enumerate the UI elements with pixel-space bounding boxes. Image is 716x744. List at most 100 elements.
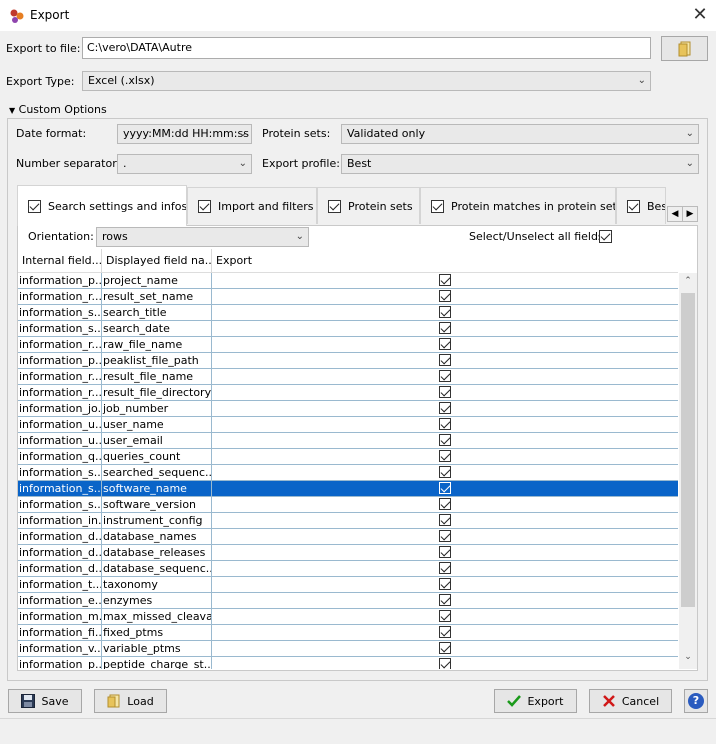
table-row[interactable]: information_d... database_names	[18, 529, 678, 545]
table-row[interactable]: information_r... result_set_name	[18, 289, 678, 305]
displayed-field-cell[interactable]: database_sequenc...	[102, 561, 212, 576]
export-checkbox[interactable]	[439, 386, 451, 398]
export-profile-select[interactable]: Best ⌄	[341, 154, 699, 174]
table-row[interactable]: information_r... raw_file_name	[18, 337, 678, 353]
displayed-field-cell[interactable]: result_set_name	[102, 289, 212, 304]
export-type-select[interactable]: Excel (.xlsx) ⌄	[82, 71, 651, 91]
table-row[interactable]: information_r... result_file_name	[18, 369, 678, 385]
displayed-field-cell[interactable]: peptide_charge_st...	[102, 657, 212, 669]
displayed-field-cell[interactable]: search_date	[102, 321, 212, 336]
table-row[interactable]: information_p... peptide_charge_st...	[18, 657, 678, 669]
displayed-field-cell[interactable]: user_name	[102, 417, 212, 432]
close-icon[interactable]: ✕	[690, 5, 710, 25]
protein-sets-select[interactable]: Validated only ⌄	[341, 124, 699, 144]
save-button[interactable]: Save	[8, 689, 82, 713]
export-checkbox[interactable]	[439, 530, 451, 542]
help-button[interactable]: ?	[684, 689, 708, 713]
displayed-field-cell[interactable]: fixed_ptms	[102, 625, 212, 640]
displayed-field-cell[interactable]: raw_file_name	[102, 337, 212, 352]
tab-checkbox[interactable]	[198, 199, 211, 213]
load-button[interactable]: Load	[94, 689, 167, 713]
export-checkbox[interactable]	[439, 642, 451, 654]
table-row[interactable]: information_d... database_releases	[18, 545, 678, 561]
custom-options-toggle[interactable]: ▼ Custom Options	[9, 103, 107, 116]
table-row[interactable]: information_t... taxonomy	[18, 577, 678, 593]
scrollbar-thumb[interactable]	[681, 293, 695, 607]
tab-checkbox[interactable]	[431, 199, 444, 213]
tab-best[interactable]: Bes	[616, 187, 666, 224]
export-checkbox[interactable]	[439, 514, 451, 526]
displayed-field-cell[interactable]: result_file_directory	[102, 385, 212, 400]
table-row[interactable]: information_q... queries_count	[18, 449, 678, 465]
table-row[interactable]: information_s... search_title	[18, 305, 678, 321]
table-row[interactable]: information_s... search_date	[18, 321, 678, 337]
displayed-field-cell[interactable]: result_file_name	[102, 369, 212, 384]
scroll-down-icon[interactable]: ⌄	[681, 652, 695, 666]
table-row[interactable]: information_s... software_name	[18, 481, 678, 497]
displayed-field-cell[interactable]: software_name	[102, 481, 212, 496]
displayed-field-cell[interactable]: search_title	[102, 305, 212, 320]
tab-checkbox[interactable]	[28, 199, 41, 213]
tab-checkbox[interactable]	[328, 199, 341, 213]
table-row[interactable]: information_p... project_name	[18, 273, 678, 289]
browse-button[interactable]	[661, 36, 708, 61]
table-row[interactable]: information_r... result_file_directory	[18, 385, 678, 401]
export-button[interactable]: Export	[494, 689, 577, 713]
tab-protein-matches[interactable]: Protein matches in protein sets	[420, 187, 616, 224]
export-checkbox[interactable]	[439, 354, 451, 366]
displayed-field-cell[interactable]: queries_count	[102, 449, 212, 464]
number-separator-select[interactable]: . ⌄	[117, 154, 252, 174]
export-file-input[interactable]: C:\vero\DATA\Autre	[82, 37, 651, 59]
table-row[interactable]: information_p... peaklist_file_path	[18, 353, 678, 369]
column-header-internal[interactable]: Internal field...	[18, 249, 102, 273]
table-row[interactable]: information_s... searched_sequenc...	[18, 465, 678, 481]
tab-checkbox[interactable]	[627, 199, 640, 213]
export-checkbox[interactable]	[439, 578, 451, 590]
displayed-field-cell[interactable]: project_name	[102, 273, 212, 288]
export-checkbox[interactable]	[439, 562, 451, 574]
displayed-field-cell[interactable]: database_names	[102, 529, 212, 544]
export-checkbox[interactable]	[439, 594, 451, 606]
export-checkbox[interactable]	[439, 626, 451, 638]
displayed-field-cell[interactable]: variable_ptms	[102, 641, 212, 656]
tab-protein-sets[interactable]: Protein sets	[317, 187, 420, 224]
displayed-field-cell[interactable]: max_missed_cleava...	[102, 609, 212, 624]
column-header-export[interactable]: Export	[212, 249, 678, 273]
column-header-displayed[interactable]: Displayed field na...	[102, 249, 212, 273]
export-checkbox[interactable]	[439, 450, 451, 462]
displayed-field-cell[interactable]: taxonomy	[102, 577, 212, 592]
table-row[interactable]: information_m... max_missed_cleava...	[18, 609, 678, 625]
table-row[interactable]: information_u... user_email	[18, 433, 678, 449]
cancel-button[interactable]: Cancel	[589, 689, 672, 713]
date-format-select[interactable]: yyyy:MM:dd HH:mm:ss ⌄	[117, 124, 252, 144]
displayed-field-cell[interactable]: software_version	[102, 497, 212, 512]
tab-scroll-right-icon[interactable]: ▶	[682, 206, 698, 222]
export-checkbox[interactable]	[439, 322, 451, 334]
export-checkbox[interactable]	[439, 546, 451, 558]
table-row[interactable]: information_u... user_name	[18, 417, 678, 433]
table-row[interactable]: information_e... enzymes	[18, 593, 678, 609]
select-all-checkbox[interactable]	[599, 230, 612, 243]
export-checkbox[interactable]	[439, 466, 451, 478]
displayed-field-cell[interactable]: enzymes	[102, 593, 212, 608]
displayed-field-cell[interactable]: instrument_config	[102, 513, 212, 528]
displayed-field-cell[interactable]: peaklist_file_path	[102, 353, 212, 368]
displayed-field-cell[interactable]: job_number	[102, 401, 212, 416]
table-row[interactable]: information_jo... job_number	[18, 401, 678, 417]
export-checkbox[interactable]	[439, 434, 451, 446]
export-checkbox[interactable]	[439, 610, 451, 622]
displayed-field-cell[interactable]: user_email	[102, 433, 212, 448]
export-checkbox[interactable]	[439, 338, 451, 350]
displayed-field-cell[interactable]: searched_sequenc...	[102, 465, 212, 480]
export-checkbox[interactable]	[439, 274, 451, 286]
tab-import-filters[interactable]: Import and filters	[187, 187, 317, 224]
table-row[interactable]: information_d... database_sequenc...	[18, 561, 678, 577]
orientation-select[interactable]: rows ⌄	[96, 227, 309, 247]
displayed-field-cell[interactable]: database_releases	[102, 545, 212, 560]
table-row[interactable]: information_in... instrument_config	[18, 513, 678, 529]
table-row[interactable]: information_fi... fixed_ptms	[18, 625, 678, 641]
export-checkbox[interactable]	[439, 498, 451, 510]
export-checkbox[interactable]	[439, 658, 451, 669]
export-checkbox[interactable]	[439, 402, 451, 414]
table-row[interactable]: information_s... software_version	[18, 497, 678, 513]
